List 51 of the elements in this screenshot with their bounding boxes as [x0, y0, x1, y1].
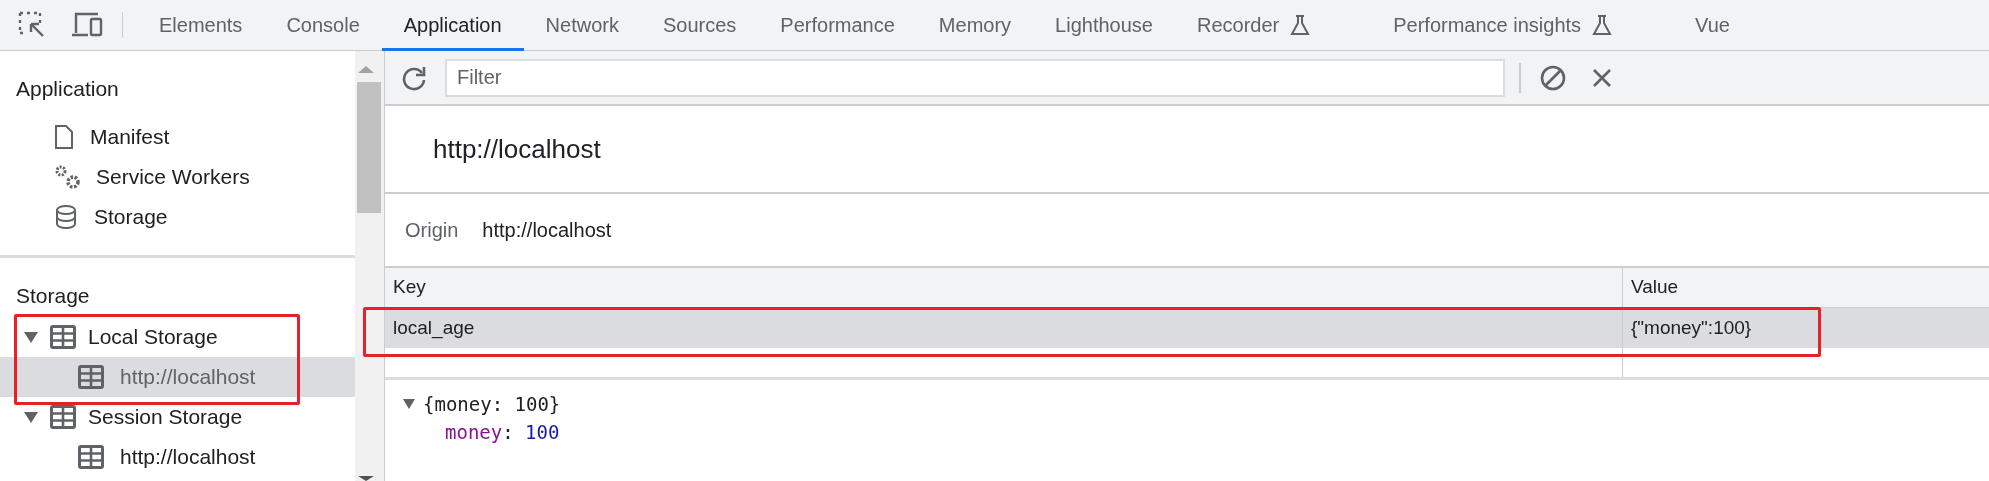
- sidebar-item[interactable]: http://localhost: [0, 437, 355, 477]
- table-icon: [78, 365, 104, 389]
- section-heading: Storage: [15, 282, 91, 309]
- table-icon: [50, 325, 76, 349]
- sidebar-item[interactable]: http://localhost: [0, 357, 355, 397]
- table-row[interactable]: local_age {"money":100}: [385, 308, 1989, 348]
- scrollbar-thumb[interactable]: [357, 82, 381, 213]
- tab[interactable]: Application: [381, 0, 524, 50]
- tab[interactable]: Lighthouse: [1033, 0, 1175, 50]
- sidebar-item[interactable]: Storage: [0, 196, 355, 237]
- tab[interactable]: Console: [264, 0, 382, 50]
- origin-label: Origin: [405, 218, 459, 243]
- scrollbar[interactable]: [355, 51, 385, 481]
- tab[interactable]: Elements: [137, 0, 265, 50]
- property-value: 100: [525, 419, 560, 445]
- table-cell-text: {"money":100}: [1631, 315, 1752, 340]
- tab[interactable]: Memory: [916, 0, 1034, 50]
- storage-title: http://localhost: [433, 132, 601, 166]
- column-header[interactable]: Value: [1622, 268, 1989, 307]
- block-icon[interactable]: [1539, 63, 1567, 92]
- origin-value: http://localhost: [482, 218, 612, 243]
- expand-arrow-icon[interactable]: [403, 399, 415, 409]
- property-colon: :: [502, 419, 514, 445]
- tab[interactable]: Performance insights: [1371, 0, 1674, 50]
- inspect-icon[interactable]: [18, 11, 46, 39]
- tab[interactable]: Vue: [1673, 0, 1752, 50]
- tab[interactable]: Network: [523, 0, 641, 50]
- refresh-icon[interactable]: [401, 64, 427, 91]
- expand-arrow-icon[interactable]: [24, 411, 38, 423]
- filter-field[interactable]: Filter: [445, 58, 1505, 97]
- property-key: money: [445, 417, 503, 447]
- section-heading: Application: [15, 76, 120, 102]
- tab[interactable]: Sources: [640, 0, 759, 50]
- sidebar-item[interactable]: Local Storage: [0, 317, 355, 357]
- expand-arrow-icon[interactable]: [24, 331, 38, 343]
- gears-icon: [54, 163, 80, 190]
- scroll-down-icon[interactable]: [358, 476, 374, 481]
- tab[interactable]: Recorder: [1174, 0, 1372, 50]
- table-icon: [78, 445, 104, 469]
- sidebar-item[interactable]: Manifest: [0, 116, 355, 157]
- object-summary: {money: 100}: [423, 391, 561, 417]
- column-header[interactable]: Key: [385, 268, 1622, 307]
- sidebar-item[interactable]: Service Workers: [0, 156, 355, 197]
- table-icon: [50, 405, 76, 429]
- table-cell-text: local_age: [393, 315, 475, 341]
- sidebar-item[interactable]: Session Storage: [0, 397, 355, 437]
- file-icon: [54, 123, 74, 150]
- device-toolbar-icon[interactable]: [70, 11, 104, 39]
- tab[interactable]: Performance: [758, 0, 917, 50]
- close-icon[interactable]: [1591, 66, 1613, 89]
- database-icon: [54, 203, 78, 230]
